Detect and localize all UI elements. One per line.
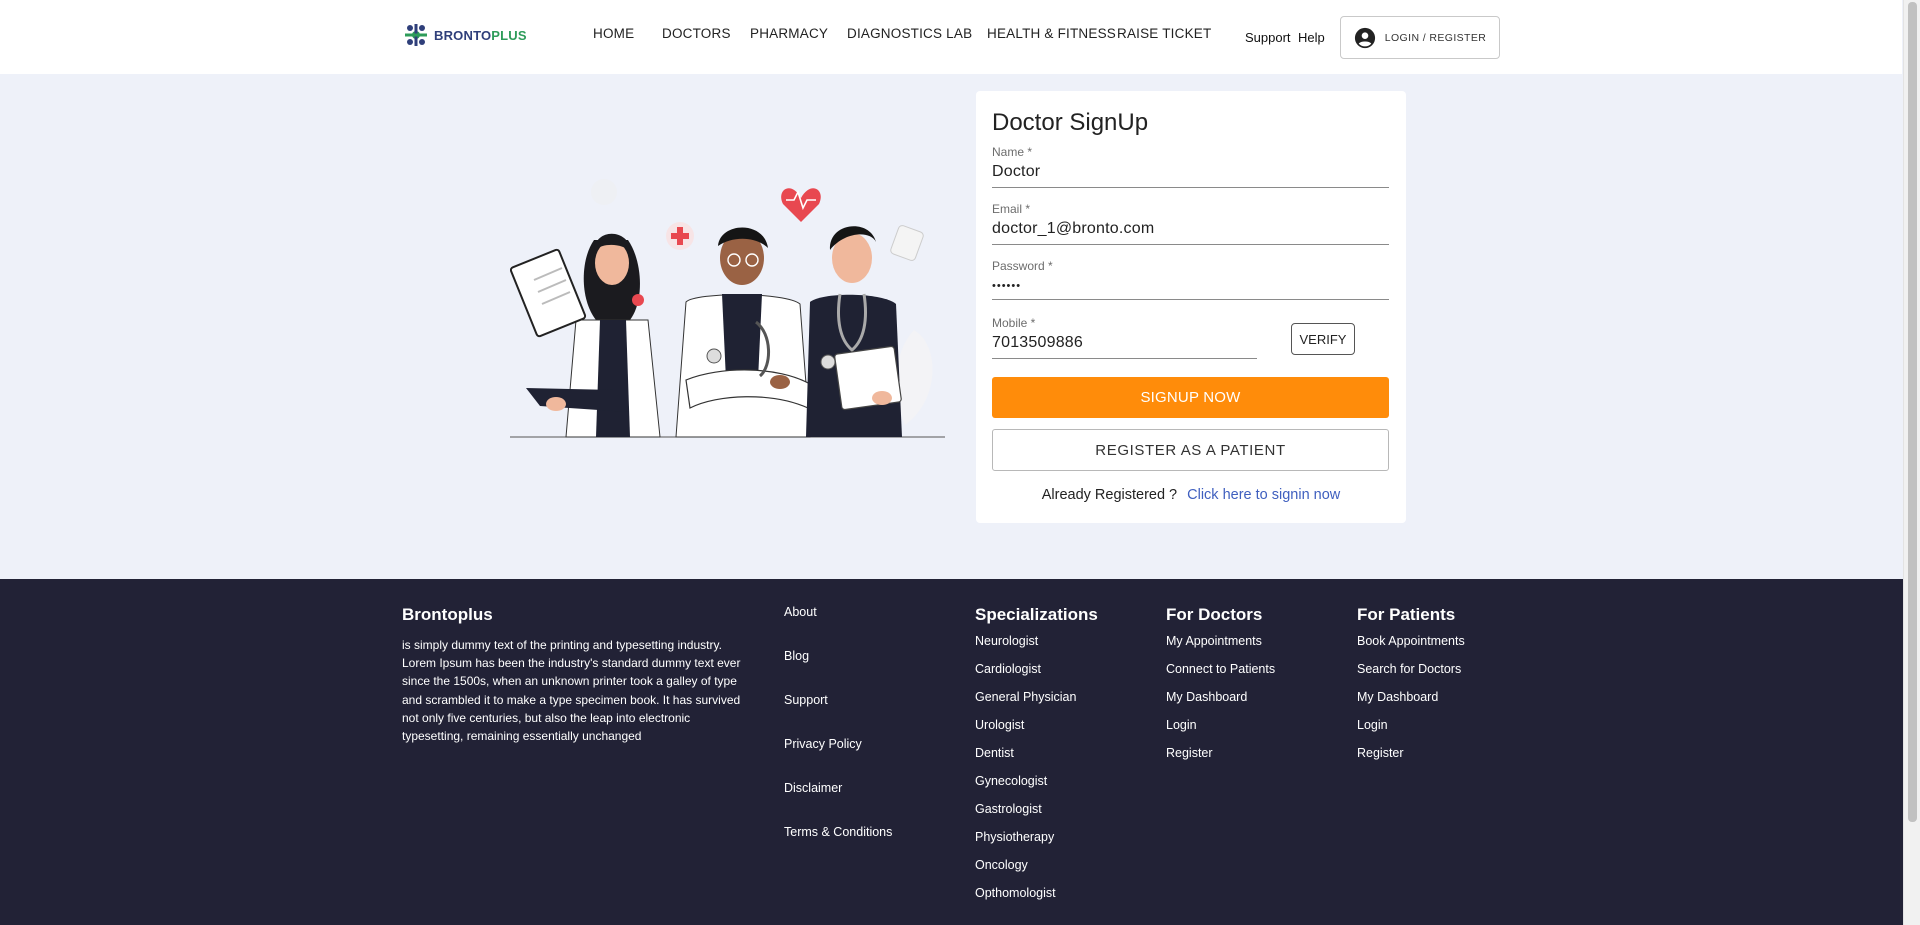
doctor-link[interactable]: Register: [1166, 745, 1275, 773]
already-registered-text: Already Registered ?: [1041, 487, 1178, 503]
top-header: BRONTOPLUS HOME DOCTORS PHARMACY DIAGNOS…: [0, 0, 1902, 74]
footer-link-about[interactable]: About: [784, 604, 892, 648]
footer-link-blog[interactable]: Blog: [784, 648, 892, 692]
brand-logo[interactable]: BRONTOPLUS: [402, 21, 527, 49]
name-label: Name *: [992, 145, 1033, 159]
login-register-label: LOGIN / REGISTER: [1384, 31, 1487, 44]
register-as-patient-button[interactable]: REGISTER AS A PATIENT: [992, 429, 1389, 471]
password-input[interactable]: ••••••: [992, 277, 1389, 300]
footer-link-terms[interactable]: Terms & Conditions: [784, 824, 892, 868]
doctors-illustration: [510, 179, 945, 438]
footer-brand: Brontoplus: [402, 605, 493, 624]
footer-link-privacy-policy[interactable]: Privacy Policy: [784, 736, 892, 780]
page-scrollbar[interactable]: [1903, 0, 1920, 925]
doctor-link[interactable]: My Dashboard: [1166, 689, 1275, 717]
footer-description: is simply dummy text of the printing and…: [402, 638, 741, 744]
patient-link[interactable]: Register: [1357, 745, 1465, 773]
mobile-label: Mobile *: [992, 316, 1036, 330]
patient-link[interactable]: Search for Doctors: [1357, 661, 1465, 689]
doctor-link[interactable]: Login: [1166, 717, 1275, 745]
patient-link[interactable]: Book Appointments: [1357, 633, 1465, 661]
patient-link[interactable]: Login: [1357, 717, 1465, 745]
nav-pharmacy[interactable]: PHARMACY: [750, 26, 828, 41]
help-link[interactable]: Help: [1298, 30, 1325, 45]
name-field[interactable]: Name * Doctor: [992, 145, 1389, 188]
password-label: Password *: [992, 259, 1053, 273]
spec-link[interactable]: General Physician: [975, 689, 1098, 717]
signup-now-button[interactable]: SIGNUP NOW: [992, 377, 1389, 418]
footer-for-patients: For Patients Book Appointments Search fo…: [1357, 605, 1465, 773]
footer-for-doctors: For Doctors My Appointments Connect to P…: [1166, 605, 1275, 773]
nav-health-fitness[interactable]: HEALTH & FITNESS: [987, 26, 1116, 41]
heart-icon: [781, 188, 821, 222]
for-patients-heading: For Patients: [1357, 605, 1456, 624]
nav-raise-ticket[interactable]: RAISE TICKET: [1117, 26, 1211, 41]
footer-specializations: Specializations Neurologist Cardiologist…: [975, 605, 1098, 913]
logo-icon: [405, 24, 427, 46]
patient-link[interactable]: My Dashboard: [1357, 689, 1465, 717]
name-input[interactable]: Doctor: [992, 163, 1389, 188]
account-circle-icon: [1354, 27, 1375, 48]
verify-button[interactable]: VERIFY: [1291, 323, 1355, 355]
site-footer: Brontoplus is simply dummy text of the p…: [0, 579, 1903, 925]
footer-about-links: About Blog Support Privacy Policy Discla…: [784, 604, 892, 868]
email-label: Email *: [992, 202, 1031, 216]
doctor-signup-card: Doctor SignUp Name * Doctor Email * doct…: [976, 91, 1406, 523]
support-link[interactable]: Support: [1245, 30, 1291, 45]
login-register-button[interactable]: LOGIN / REGISTER: [1340, 16, 1500, 59]
email-field[interactable]: Email * doctor_1@bronto.com: [992, 202, 1389, 245]
nav-home[interactable]: HOME: [593, 26, 634, 41]
email-input[interactable]: doctor_1@bronto.com: [992, 220, 1389, 245]
spec-link[interactable]: Oncology: [975, 857, 1098, 885]
spec-link[interactable]: Cardiologist: [975, 661, 1098, 689]
spec-link[interactable]: Gastrologist: [975, 801, 1098, 829]
brand-part2: PLUS: [491, 27, 527, 43]
spec-link[interactable]: Urologist: [975, 717, 1098, 745]
signin-link[interactable]: Click here to signin now: [1187, 487, 1340, 503]
spec-link[interactable]: Physiotherapy: [975, 829, 1098, 857]
mobile-input[interactable]: 7013509886: [992, 334, 1257, 359]
doctor-link[interactable]: Connect to Patients: [1166, 661, 1275, 689]
footer-link-support[interactable]: Support: [784, 692, 892, 736]
for-doctors-heading: For Doctors: [1166, 605, 1263, 624]
scrollbar-thumb[interactable]: [1908, 2, 1917, 822]
already-registered-row: Already Registered ? Click here to signin…: [976, 487, 1406, 503]
form-title: Doctor SignUp: [992, 109, 1149, 136]
password-field[interactable]: Password * ••••••: [992, 259, 1389, 300]
spec-link[interactable]: Opthomologist: [975, 885, 1098, 913]
specializations-heading: Specializations: [975, 605, 1098, 624]
brand-part1: BRONTO: [434, 27, 492, 43]
spec-link[interactable]: Gynecologist: [975, 773, 1098, 801]
nav-diagnostics-lab[interactable]: DIAGNOSTICS LAB: [847, 26, 972, 41]
footer-link-disclaimer[interactable]: Disclaimer: [784, 780, 892, 824]
doctor-link[interactable]: My Appointments: [1166, 633, 1275, 661]
nav-doctors[interactable]: DOCTORS: [662, 26, 731, 41]
spec-link[interactable]: Dentist: [975, 745, 1098, 773]
mobile-field[interactable]: Mobile * 7013509886: [992, 316, 1257, 359]
spec-link[interactable]: Neurologist: [975, 633, 1098, 661]
